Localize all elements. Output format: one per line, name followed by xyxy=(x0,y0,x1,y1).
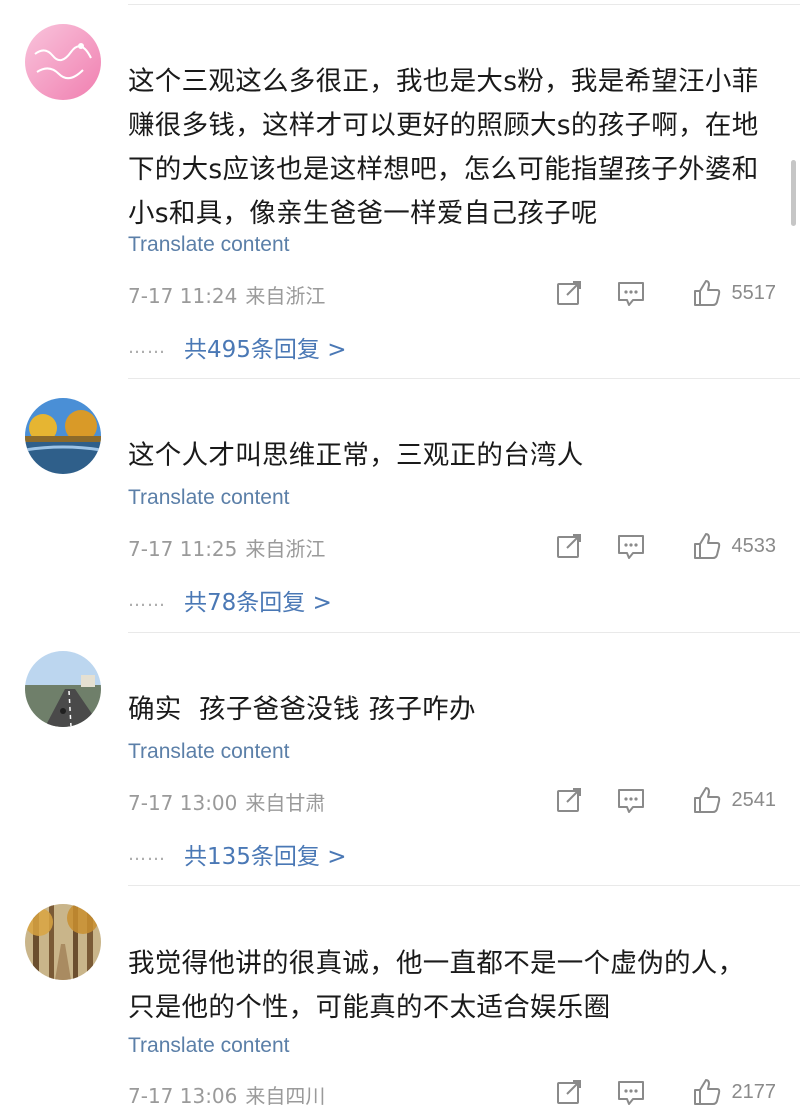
reply-dots: …… xyxy=(128,336,166,358)
like-button[interactable]: 4533 xyxy=(692,531,777,561)
avatar[interactable] xyxy=(25,904,101,980)
thumbs-up-icon xyxy=(692,531,722,561)
share-box-icon[interactable] xyxy=(554,278,584,308)
comment-actions: 5517 xyxy=(554,278,777,308)
share-box-icon[interactable] xyxy=(554,1077,584,1107)
avatar[interactable] xyxy=(25,24,101,100)
translate-link[interactable]: Translate content xyxy=(128,1034,289,1058)
translate-link[interactable]: Translate content xyxy=(128,740,289,764)
comment-meta: 7-17 13:06 来自四川 xyxy=(128,1080,325,1109)
comment-bubble-icon[interactable] xyxy=(616,278,646,308)
comment-text: 这个三观这么多很正，我也是大s粉，我是希望汪小菲赚很多钱，这样才可以更好的照顾大… xyxy=(128,66,759,229)
like-count: 2177 xyxy=(731,1080,777,1103)
view-replies-link[interactable]: …… 共78条回复 > xyxy=(128,583,332,617)
comment-bubble-icon[interactable] xyxy=(616,785,646,815)
comment-actions: 4533 xyxy=(554,531,777,561)
comment-location: 来自四川 xyxy=(245,1084,326,1108)
comment-location: 来自浙江 xyxy=(245,284,326,308)
comment-date: 7-17 11:24 xyxy=(128,284,238,308)
comment-feed: 这个三观这么多很正，我也是大s粉，我是希望汪小菲赚很多钱，这样才可以更好的照顾大… xyxy=(0,0,800,1117)
reply-count: 共78条回复 > xyxy=(184,590,332,616)
cropped-text-fragment xyxy=(180,905,380,910)
comment-location: 来自浙江 xyxy=(245,537,326,561)
comment-actions: 2177 xyxy=(554,1077,777,1107)
comment-meta: 7-17 13:00 来自甘肃 xyxy=(128,787,325,816)
divider xyxy=(128,378,800,379)
like-count: 5517 xyxy=(731,281,777,304)
comment-actions: 2541 xyxy=(554,785,777,815)
thumbs-up-icon xyxy=(692,1077,722,1107)
translate-link[interactable]: Translate content xyxy=(128,486,289,510)
like-button[interactable]: 2177 xyxy=(692,1077,777,1107)
view-replies-link[interactable]: …… 共495条回复 > xyxy=(128,330,346,364)
comment-text: 我觉得他讲的很真诚，他一直都不是一个虚伪的人，只是他的个性，可能真的不太适合娱乐… xyxy=(128,948,745,1023)
reply-dots: …… xyxy=(128,843,166,865)
like-count: 4533 xyxy=(731,534,777,557)
comment-meta: 7-17 11:24 来自浙江 xyxy=(128,280,325,309)
reply-count: 共135条回复 > xyxy=(184,844,347,870)
avatar[interactable] xyxy=(25,651,101,727)
avatar[interactable] xyxy=(25,398,101,474)
comment-location: 来自甘肃 xyxy=(245,791,326,815)
view-replies-link[interactable]: …… 共135条回复 > xyxy=(128,837,346,871)
share-box-icon[interactable] xyxy=(554,531,584,561)
divider xyxy=(128,885,800,886)
comment-bubble-icon[interactable] xyxy=(616,1077,646,1107)
comment-date: 7-17 13:06 xyxy=(128,1084,238,1108)
comment-meta: 7-17 11:25 来自浙江 xyxy=(128,533,325,562)
like-button[interactable]: 2541 xyxy=(692,785,777,815)
reply-dots: …… xyxy=(128,589,166,611)
translate-link[interactable]: Translate content xyxy=(128,233,289,257)
reply-count: 共495条回复 > xyxy=(184,337,347,363)
thumbs-up-icon xyxy=(692,785,722,815)
divider xyxy=(128,4,800,5)
like-button[interactable]: 5517 xyxy=(692,278,777,308)
comment-text: 确实 孩子爸爸没钱 孩子咋办 xyxy=(128,694,476,725)
comment-text: 这个人才叫思维正常，三观正的台湾人 xyxy=(128,440,584,471)
thumbs-up-icon xyxy=(692,278,722,308)
comment-date: 7-17 11:25 xyxy=(128,537,238,561)
comment-date: 7-17 13:00 xyxy=(128,791,238,815)
comment-bubble-icon[interactable] xyxy=(616,531,646,561)
scrollbar[interactable] xyxy=(791,160,796,226)
like-count: 2541 xyxy=(731,788,777,811)
share-box-icon[interactable] xyxy=(554,785,584,815)
divider xyxy=(128,632,800,633)
